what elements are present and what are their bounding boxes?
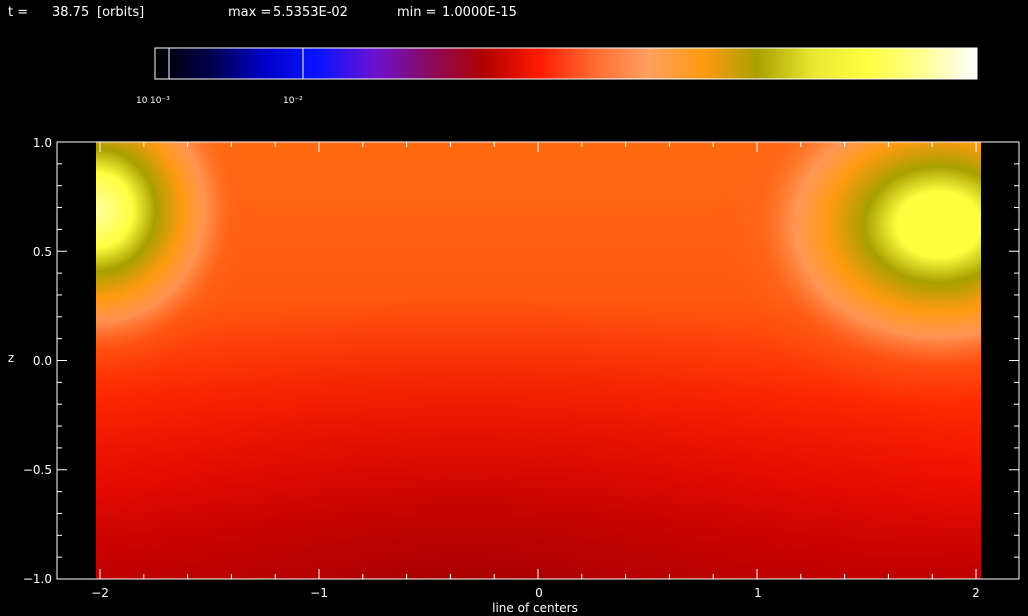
max-value: 5.5353E-02: [273, 5, 348, 20]
time-unit: [orbits]: [97, 5, 144, 20]
y-tick-label: 0.5: [33, 245, 52, 259]
heatmap-field: [96, 142, 981, 579]
time-value: 38.75: [52, 5, 89, 20]
max-label: max =: [228, 5, 271, 20]
x-tick-label: −2: [91, 586, 109, 600]
y-tick-label: 0.0: [33, 354, 52, 368]
time-label: t =: [8, 5, 28, 20]
colorbar-tick-label: 10: [136, 96, 148, 106]
y-tick-label: −1.0: [23, 572, 52, 586]
min-value: 1.0000E-15: [442, 5, 517, 20]
plot-canvas: t = 38.75 [orbits] max = 5.5353E-02 min …: [8, 5, 1020, 615]
x-tick-label: −1: [310, 586, 328, 600]
x-tick-label: 0: [535, 586, 543, 600]
y-tick-label: −0.5: [23, 463, 52, 477]
colorbar-tick-label: 10⁻²: [283, 96, 303, 106]
y-axis-label: z: [8, 351, 14, 365]
min-label: min =: [397, 5, 437, 20]
colorbar-tick-label: 10⁻³: [150, 96, 170, 106]
x-axis-label: line of centers: [492, 601, 578, 615]
y-tick-label: 1.0: [33, 136, 52, 150]
x-tick-label: 2: [972, 586, 980, 600]
x-tick-label: 1: [754, 586, 762, 600]
colorbar: [154, 47, 978, 80]
